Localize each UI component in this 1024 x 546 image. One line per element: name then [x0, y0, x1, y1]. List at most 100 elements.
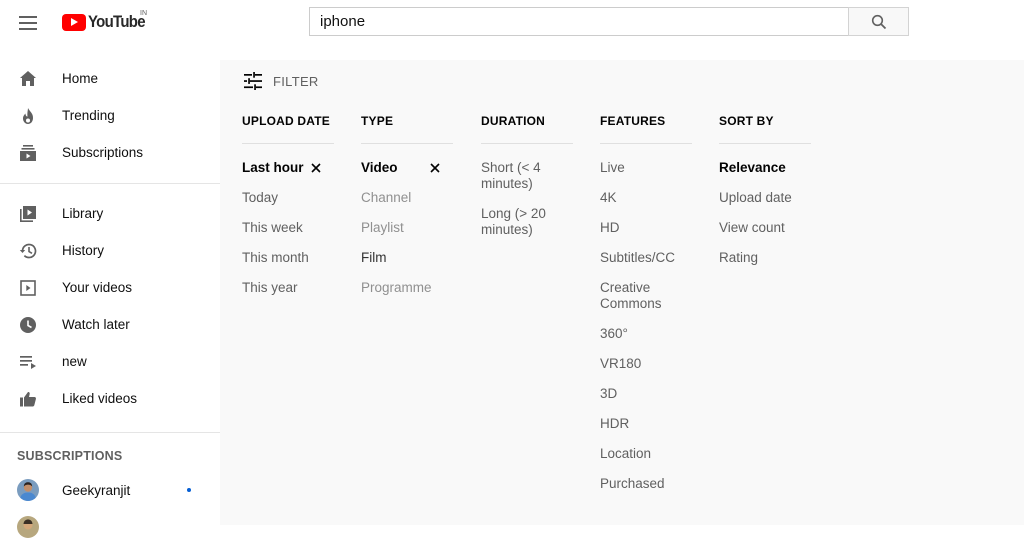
- filter-options: Video Channel Playlist Film Programme: [361, 160, 453, 296]
- filter-option-label: Last hour: [242, 160, 304, 175]
- sidebar-item-label: Subscriptions: [62, 145, 144, 160]
- new-content-dot: [187, 488, 191, 492]
- filter-option-view-count[interactable]: View count: [719, 220, 811, 236]
- sidebar-divider: [0, 183, 220, 184]
- filter-option-playlist[interactable]: Playlist: [361, 220, 453, 236]
- filter-option-label: Short (< 4 minutes): [481, 160, 541, 191]
- filter-column-heading: SORT BY: [719, 114, 774, 128]
- filter-option-label: This year: [242, 280, 298, 295]
- filter-option-short-4-minutes[interactable]: Short (< 4 minutes): [481, 160, 573, 192]
- search-icon: [871, 14, 886, 29]
- sidebar-item-library[interactable]: Library: [0, 195, 220, 232]
- filter-option-long-20-minutes[interactable]: Long (> 20 minutes): [481, 206, 573, 238]
- search-input[interactable]: iphone: [309, 7, 849, 36]
- filter-toggle-label: FILTER: [273, 73, 319, 89]
- filter-column-heading: TYPE: [361, 114, 394, 128]
- filter-option-creative-commons[interactable]: Creative Commons: [600, 280, 692, 312]
- filter-option-label: Programme: [361, 280, 432, 295]
- your-videos-icon: [18, 278, 38, 298]
- sidebar-item-home[interactable]: Home: [0, 60, 220, 97]
- sidebar-item-watch-later[interactable]: Watch later: [0, 306, 220, 343]
- subscription-item-geekyranjit[interactable]: Geekyranjit: [0, 472, 220, 509]
- filter-option-upload-date[interactable]: Upload date: [719, 190, 811, 206]
- hamburger-menu-icon[interactable]: [16, 11, 40, 35]
- youtube-logo[interactable]: YouTube IN: [62, 10, 153, 33]
- filter-option-360[interactable]: 360°: [600, 326, 692, 342]
- filter-option-channel[interactable]: Channel: [361, 190, 453, 206]
- filter-column-upload-date: UPLOAD DATE Last hour Today This week This m…: [242, 114, 334, 310]
- flame-icon: [18, 106, 38, 126]
- filter-column-divider: [481, 143, 573, 144]
- filter-option-programme[interactable]: Programme: [361, 280, 453, 296]
- filter-option-label: Creative Commons: [600, 280, 662, 311]
- library-icon: [18, 204, 38, 224]
- filter-option-this-month[interactable]: This month: [242, 250, 334, 266]
- filter-option-label: Upload date: [719, 190, 792, 205]
- filter-column-divider: [719, 143, 811, 144]
- filter-option-film[interactable]: Film: [361, 250, 453, 266]
- filter-option-label: Video: [361, 160, 398, 175]
- sidebar-item-label: Library: [62, 206, 104, 221]
- filter-option-4k[interactable]: 4K: [600, 190, 692, 206]
- home-icon: [18, 69, 38, 89]
- remove-filter-icon[interactable]: [429, 161, 441, 175]
- filter-option-video[interactable]: Video: [361, 160, 453, 176]
- history-icon: [18, 241, 38, 261]
- channel-avatar: [17, 479, 39, 501]
- remove-filter-icon[interactable]: [310, 161, 322, 175]
- filter-option-this-week[interactable]: This week: [242, 220, 334, 236]
- filter-option-label: Subtitles/CC: [600, 250, 676, 265]
- country-code: IN: [140, 10, 147, 17]
- filter-option-label: Relevance: [719, 160, 786, 175]
- filter-option-live[interactable]: Live: [600, 160, 692, 176]
- sidebar-item-playlist-new[interactable]: new: [0, 343, 220, 380]
- filter-option-label: 4K: [600, 190, 617, 205]
- filter-option-this-year[interactable]: This year: [242, 280, 334, 296]
- filter-column-heading: FEATURES: [600, 114, 666, 128]
- filter-options: Last hour Today This week This month This ye…: [242, 160, 334, 296]
- youtube-play-icon: [62, 13, 86, 31]
- sidebar-item-history[interactable]: History: [0, 232, 220, 269]
- subscription-item-partial[interactable]: [0, 509, 220, 546]
- filter-option-last-hour[interactable]: Last hour: [242, 160, 334, 176]
- filter-option-label: HD: [600, 220, 620, 235]
- filter-option-hdr[interactable]: HDR: [600, 416, 692, 432]
- thumbs-up-icon: [18, 389, 38, 409]
- sidebar-item-your-videos[interactable]: Your videos: [0, 269, 220, 306]
- filter-option-label: Live: [600, 160, 625, 175]
- filter-option-label: Rating: [719, 250, 759, 265]
- filter-option-label: Playlist: [361, 220, 404, 235]
- filter-toggle-button[interactable]: FILTER: [244, 70, 319, 92]
- filter-option-location[interactable]: Location: [600, 446, 692, 462]
- sidebar-item-subscriptions[interactable]: Subscriptions: [0, 134, 220, 171]
- filter-option-label: 3D: [600, 386, 618, 401]
- filter-column-heading: UPLOAD DATE: [242, 114, 330, 128]
- filter-option-label: This month: [242, 250, 309, 265]
- clock-icon: [18, 315, 38, 335]
- sidebar-item-trending[interactable]: Trending: [0, 97, 220, 134]
- sidebar-item-label: Liked videos: [62, 391, 138, 406]
- filter-option-hd[interactable]: HD: [600, 220, 692, 236]
- filter-option-label: Channel: [361, 190, 412, 205]
- filter-column-heading: DURATION: [481, 114, 546, 128]
- filter-option-label: View count: [719, 220, 785, 235]
- channel-avatar: [17, 516, 39, 538]
- filter-option-purchased[interactable]: Purchased: [600, 476, 692, 492]
- filter-option-subtitles-cc[interactable]: Subtitles/CC: [600, 250, 692, 266]
- filter-option-label: Long (> 20 minutes): [481, 206, 546, 237]
- search-button[interactable]: [848, 7, 909, 36]
- filter-option-rating[interactable]: Rating: [719, 250, 811, 266]
- filter-option-label: HDR: [600, 416, 630, 431]
- search-filter-panel: FILTER UPLOAD DATE Last hour Today This wee…: [220, 60, 1024, 525]
- filter-options: Relevance Upload date View count Rating: [719, 160, 811, 266]
- filter-option-relevance[interactable]: Relevance: [719, 160, 811, 176]
- filter-option-today[interactable]: Today: [242, 190, 334, 206]
- filter-column-duration: DURATION Short (< 4 minutes) Long (> 20 mi…: [481, 114, 573, 252]
- sidebar-item-label: new: [62, 354, 87, 369]
- sidebar-divider: [0, 432, 220, 433]
- guide-sidebar: Home Trending Subscriptions Library Hist…: [0, 60, 220, 538]
- filter-column-features: FEATURES Live 4K HD Subtitles/CC Creative Com…: [600, 114, 692, 506]
- filter-option-3d[interactable]: 3D: [600, 386, 692, 402]
- sidebar-item-liked-videos[interactable]: Liked videos: [0, 380, 220, 417]
- filter-option-vr180[interactable]: VR180: [600, 356, 692, 372]
